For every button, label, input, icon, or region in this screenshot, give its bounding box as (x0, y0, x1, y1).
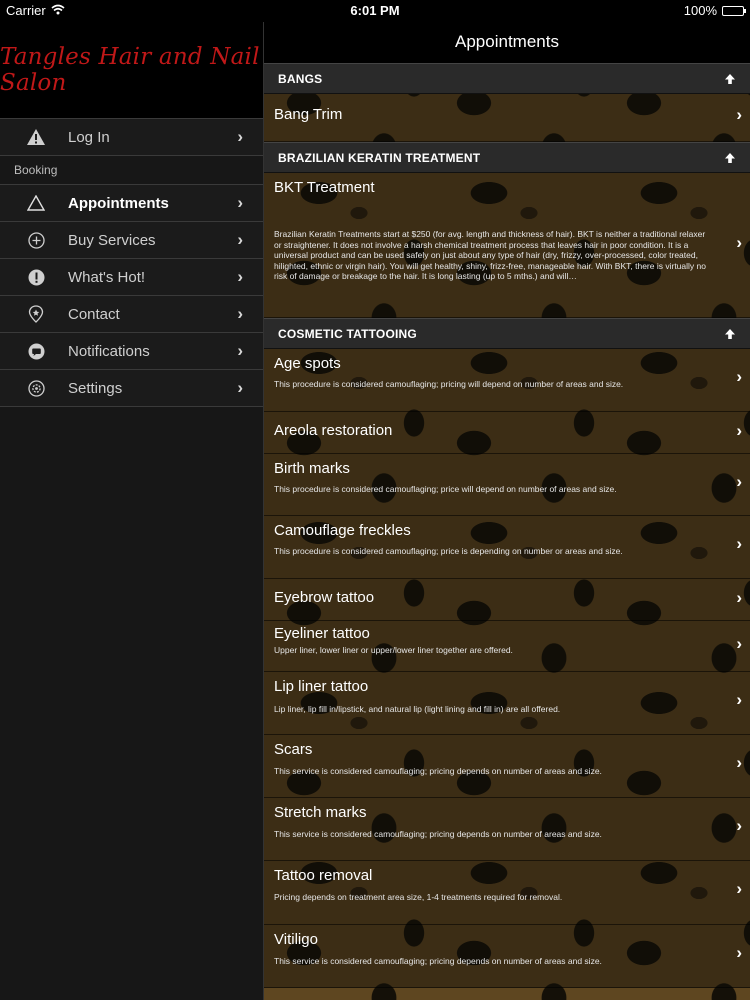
item-title: Tattoo removal (274, 867, 373, 884)
item-title: Stretch marks (274, 804, 367, 821)
chevron-right-icon: › (237, 378, 243, 397)
chevron-right-icon: › (237, 341, 243, 360)
section-title: BRAZILIAN KERATIN TREATMENT (278, 150, 481, 165)
sidebar-item-label: Appointments (68, 194, 169, 212)
sidebar-item-label: Log In (68, 128, 110, 146)
section-label-booking: Booking (0, 156, 263, 185)
list-item[interactable]: Camouflage freckles This procedure is co… (264, 516, 750, 579)
section-title: BANGS (278, 71, 323, 86)
chevron-right-icon: › (736, 105, 742, 124)
gear-icon (27, 379, 45, 397)
section-title: COSMETIC TATTOOING (278, 326, 417, 341)
list-item[interactable]: Age spots This procedure is considered c… (264, 349, 750, 412)
item-description: This service is considered camouflaging;… (274, 829, 602, 839)
item-description: Brazilian Keratin Treatments start at $2… (274, 229, 706, 282)
chevron-right-icon: › (736, 233, 742, 252)
chevron-right-icon: › (736, 943, 742, 962)
sidebar-item-appointments[interactable]: Appointments › (0, 185, 263, 222)
item-description: Lip liner, lip fill in/lipstick, and nat… (274, 704, 561, 714)
chevron-right-icon: › (736, 690, 742, 709)
item-title: Vitiligo (274, 931, 318, 948)
item-title: Birth marks (274, 460, 350, 477)
item-title: Bang Trim (274, 106, 343, 123)
chevron-right-icon: › (736, 367, 742, 386)
item-description: This procedure is considered camouflagin… (274, 484, 617, 494)
arrow-up-icon (724, 151, 736, 163)
item-description: Pricing depends on treatment area size, … (274, 892, 563, 902)
sidebar-item-notifications[interactable]: Notifications › (0, 333, 263, 370)
item-title: Lip liner tattoo (274, 678, 369, 695)
arrow-up-icon (724, 72, 736, 84)
chevron-right-icon: › (237, 127, 243, 146)
battery-icon (722, 5, 746, 16)
logo-area: Tangles Hair and Nail Salon (0, 22, 263, 118)
chevron-right-icon: › (736, 588, 742, 607)
list-item[interactable]: Eyebrow tattoo › (264, 579, 750, 621)
sidebar-item-whats-hot[interactable]: What's Hot! › (0, 259, 263, 296)
section-header-cosmetic-tattooing[interactable]: COSMETIC TATTOOING (264, 318, 750, 349)
list-item[interactable]: Areola restoration › (264, 412, 750, 454)
section-header-bangs[interactable]: BANGS (264, 63, 750, 94)
item-description: Upper liner, lower liner or upper/lower … (274, 645, 513, 655)
sidebar-item-label: Contact (68, 305, 120, 323)
chat-bubble-icon (27, 342, 45, 360)
chevron-right-icon: › (237, 230, 243, 249)
list-item[interactable]: BKT Treatment Brazilian Keratin Treatmen… (264, 173, 750, 318)
triangle-outline-icon (27, 194, 45, 212)
sidebar-item-label: Buy Services (68, 231, 156, 249)
item-title: Eyeliner tattoo (274, 625, 370, 642)
chevron-right-icon: › (736, 816, 742, 835)
status-bar: Carrier 6:01 PM 100% (0, 0, 750, 22)
item-title: Age spots (274, 355, 341, 372)
list-item[interactable]: Lip liner tattoo Lip liner, lip fill in/… (264, 672, 750, 735)
status-right: 100% (683, 3, 746, 18)
sidebar: Tangles Hair and Nail Salon Log In › Boo… (0, 22, 264, 1000)
chevron-right-icon: › (237, 304, 243, 323)
item-description: This service is considered camouflaging;… (274, 766, 602, 776)
warning-icon (27, 128, 45, 146)
battery-percent: 100% (683, 3, 717, 18)
list-item[interactable]: Tattoo removal Pricing depends on treatm… (264, 861, 750, 925)
chevron-right-icon: › (736, 421, 742, 440)
item-title: Scars (274, 741, 313, 758)
main-panel: Appointments BANGS Bang Trim › BRAZILIAN… (264, 22, 750, 1000)
list-item[interactable]: Bang Trim › (264, 94, 750, 142)
sidebar-item-label: What's Hot! (68, 268, 146, 286)
chevron-right-icon: › (736, 634, 742, 653)
list-item[interactable]: Birth marks This procedure is considered… (264, 454, 750, 516)
sidebar-item-login[interactable]: Log In › (0, 118, 263, 156)
sidebar-item-label: Notifications (68, 342, 150, 360)
chevron-right-icon: › (237, 193, 243, 212)
chevron-right-icon: › (237, 267, 243, 286)
page-title: Appointments (455, 32, 559, 51)
item-description: This service is considered camouflaging;… (274, 956, 602, 966)
nav-bar: Appointments (264, 22, 750, 64)
sidebar-item-buy-services[interactable]: Buy Services › (0, 222, 263, 259)
chevron-right-icon: › (736, 753, 742, 772)
item-title: BKT Treatment (274, 179, 375, 196)
section-header-brazilian-keratin[interactable]: BRAZILIAN KERATIN TREATMENT (264, 142, 750, 173)
chevron-right-icon: › (736, 472, 742, 491)
arrow-up-icon (724, 327, 736, 339)
list-item[interactable]: Vitiligo This service is considered camo… (264, 925, 750, 988)
status-time: 6:01 PM (350, 3, 400, 18)
item-title: Camouflage freckles (274, 522, 411, 539)
chevron-right-icon: › (736, 534, 742, 553)
sidebar-item-settings[interactable]: Settings › (0, 370, 263, 407)
list-item[interactable]: Stretch marks This service is considered… (264, 798, 750, 861)
item-description: This procedure is considered camouflagin… (274, 379, 624, 389)
exclamation-circle-icon (27, 268, 45, 286)
item-description: This procedure is considered camouflagin… (274, 546, 623, 556)
sidebar-item-contact[interactable]: Contact › (0, 296, 263, 333)
chevron-right-icon: › (736, 879, 742, 898)
item-title: Areola restoration (274, 422, 393, 439)
appointments-list[interactable]: BANGS Bang Trim › BRAZILIAN KERATIN TREA… (264, 63, 750, 1000)
location-pin-icon (27, 305, 45, 323)
salon-logo: Tangles Hair and Nail Salon (0, 44, 260, 96)
sidebar-item-label: Settings (68, 379, 123, 397)
list-item[interactable]: Scars This service is considered camoufl… (264, 735, 750, 798)
list-item[interactable]: Eyeliner tattoo Upper liner, lower liner… (264, 621, 750, 672)
plus-circle-icon (27, 231, 45, 249)
item-title: Eyebrow tattoo (274, 589, 375, 606)
